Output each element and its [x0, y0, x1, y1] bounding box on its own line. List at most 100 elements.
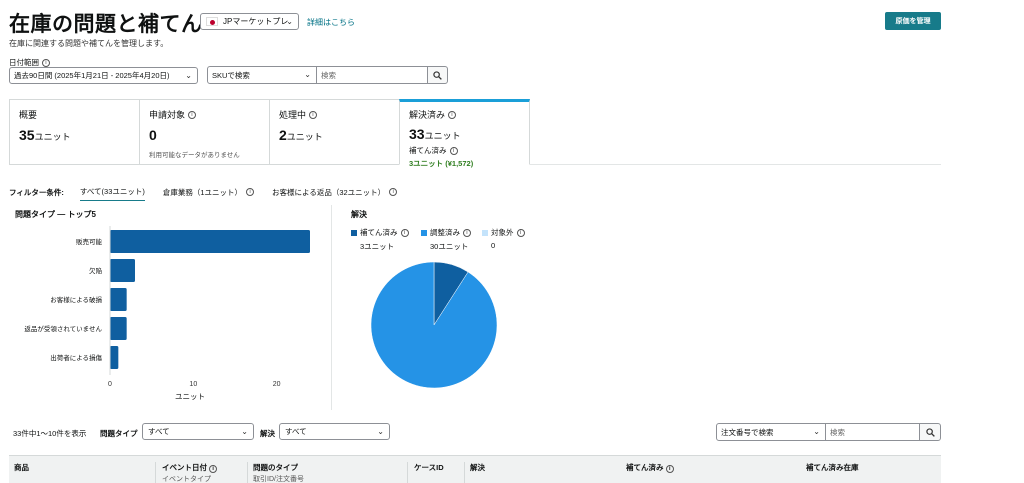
- search-type-value: SKUで検索: [212, 70, 250, 80]
- x-tick-label: 0: [108, 381, 112, 388]
- pie-chart: [370, 261, 498, 389]
- legend-value: 3ユニット: [360, 242, 395, 251]
- card-title: 申請対象 i: [149, 108, 260, 121]
- bar-category-label: 欠陥: [89, 266, 103, 275]
- card-eligible[interactable]: 申請対象 i 0 利用可能なデータがありません: [139, 99, 270, 165]
- card-resolved[interactable]: 解決済み i 33ユニット 補てん済み i 3ユニット (¥1,572): [399, 99, 530, 168]
- bar[interactable]: [110, 317, 127, 340]
- info-icon[interactable]: i: [309, 110, 318, 119]
- x-tick-label: 20: [273, 381, 281, 388]
- legend-value: 0: [491, 241, 496, 250]
- info-icon[interactable]: i: [389, 188, 398, 196]
- card-sub-label: 補てん済み i: [409, 145, 520, 156]
- info-icon[interactable]: i: [665, 465, 674, 473]
- filter-label: フィルター条件:: [9, 187, 64, 197]
- card-overview[interactable]: 概要 35ユニット: [9, 99, 140, 165]
- column-header[interactable]: イベント日付 i: [162, 462, 218, 473]
- bar-chart-title: 問題タイプ — トップ5: [15, 210, 96, 219]
- column-separator: [155, 462, 156, 483]
- bar-category-label: 出荷者による損傷: [50, 353, 102, 362]
- chevron-down-icon: ⌄: [377, 427, 384, 436]
- card-value: 0: [149, 127, 157, 143]
- card-title: 概要: [19, 110, 38, 120]
- bar[interactable]: [110, 346, 119, 369]
- legend-item: 補てん済み i 3ユニット: [351, 227, 409, 252]
- card-value: 2ユニット: [279, 127, 323, 143]
- order-search-type-select[interactable]: 注文番号で検索 ⌄: [716, 423, 826, 441]
- column-separator: [464, 462, 465, 483]
- resolution-select[interactable]: すべて ⌄: [279, 423, 390, 440]
- info-icon[interactable]: i: [209, 465, 218, 473]
- info-icon[interactable]: i: [516, 228, 525, 237]
- issue-type-value: すべて: [148, 427, 170, 436]
- table-header: 商品 イベント日付 i イベントタイプ 問題のタイプ 取引ID/注文番号 ケース…: [9, 455, 941, 483]
- column-header[interactable]: 問題のタイプ: [253, 462, 298, 473]
- japan-flag-icon: [206, 17, 218, 26]
- info-icon[interactable]: i: [448, 110, 457, 119]
- info-icon[interactable]: i: [463, 228, 471, 237]
- chevron-down-icon: ⌄: [304, 70, 311, 79]
- legend-label: 調整済み: [430, 228, 460, 237]
- chevron-down-icon: ⌄: [185, 71, 192, 80]
- order-search-type: 注文番号で検索: [721, 427, 774, 437]
- card-title: 処理中 i: [279, 108, 390, 121]
- card-title: 解決済み i: [409, 108, 520, 121]
- page-title: 在庫の問題と補てん: [9, 13, 203, 36]
- bar-category-label: 販売可能: [76, 237, 103, 246]
- column-header[interactable]: ケースID: [414, 462, 444, 473]
- bar[interactable]: [110, 259, 135, 282]
- search-type-select[interactable]: SKUで検索 ⌄: [207, 66, 317, 84]
- legend-label: 補てん済み: [360, 228, 398, 237]
- filter-row: フィルター条件: すべて(33ユニット) 倉庫業務（1ユニット） i お客様による…: [9, 183, 415, 201]
- info-icon[interactable]: i: [188, 110, 197, 119]
- search-button[interactable]: [427, 66, 448, 84]
- column-header[interactable]: 補てん済み在庫: [806, 462, 859, 473]
- column-header[interactable]: 解決: [470, 462, 485, 473]
- card-value: 35ユニット: [19, 127, 71, 143]
- filter-warehouse[interactable]: 倉庫業務（1ユニット） i: [163, 187, 255, 198]
- date-range-select[interactable]: 過去90日間 (2025年1月21日 - 2025年4月20日) ⌄: [9, 67, 198, 84]
- card-sub-value: 3ユニット (¥1,572): [409, 159, 474, 168]
- info-icon[interactable]: i: [449, 146, 458, 155]
- chevron-down-icon: ⌄: [286, 17, 293, 26]
- column-subheader: イベントタイプ: [162, 476, 211, 483]
- column-header[interactable]: 商品: [14, 462, 29, 473]
- x-axis-label: ユニット: [175, 392, 205, 401]
- order-search-input[interactable]: 検索: [825, 423, 920, 441]
- card-in-progress[interactable]: 処理中 i 2ユニット: [269, 99, 400, 165]
- pie-slice[interactable]: [370, 261, 498, 389]
- manage-cost-button[interactable]: 原価を管理: [885, 12, 941, 30]
- issue-type-label: 問題タイプ: [100, 429, 138, 438]
- resolution-label: 解決: [260, 429, 275, 438]
- info-icon[interactable]: i: [246, 188, 255, 196]
- date-range-value: 過去90日間 (2025年1月21日 - 2025年4月20日): [14, 71, 170, 80]
- order-search-button[interactable]: [919, 423, 941, 441]
- marketplace-select[interactable]: JPマーケットプレ ⌄: [200, 13, 299, 30]
- card-value: 33ユニット: [409, 126, 461, 142]
- bar-chart: 販売可能欠陥お客様による破損返品が受領されていません出荷者による損傷 0 10 20 ユ…: [24, 226, 310, 401]
- x-tick-label: 10: [189, 381, 197, 388]
- chevron-down-icon: ⌄: [813, 427, 820, 436]
- bar[interactable]: [110, 288, 127, 311]
- page-subtitle: 在庫に関連する問題や補てんを管理します。: [9, 39, 169, 48]
- search-input[interactable]: 検索: [316, 66, 428, 84]
- details-link[interactable]: 詳細はこちら: [307, 17, 355, 28]
- legend-swatch: [421, 229, 427, 236]
- result-count: 33件中1～10件を表示: [13, 429, 87, 438]
- column-separator: [247, 462, 248, 483]
- bar[interactable]: [110, 230, 310, 253]
- pie-chart-title: 解決: [351, 210, 367, 219]
- marketplace-label: JPマーケットプレ: [223, 17, 289, 26]
- info-icon[interactable]: i: [400, 228, 409, 237]
- filter-all[interactable]: すべて(33ユニット): [79, 186, 145, 201]
- legend-swatch: [351, 229, 357, 236]
- chart-divider: [331, 205, 332, 410]
- legend-item: 対象外 i 0: [482, 227, 525, 250]
- info-icon[interactable]: i: [42, 58, 50, 67]
- filter-customer-returns[interactable]: お客様による返品（32ユニット） i: [272, 187, 398, 198]
- bar-category-label: 返品が受領されていません: [24, 324, 102, 333]
- legend-value: 30ユニット: [430, 242, 469, 251]
- issue-type-select[interactable]: すべて ⌄: [142, 423, 254, 440]
- column-header[interactable]: 補てん済み i: [626, 462, 674, 473]
- bar-category-label: お客様による破損: [50, 295, 102, 304]
